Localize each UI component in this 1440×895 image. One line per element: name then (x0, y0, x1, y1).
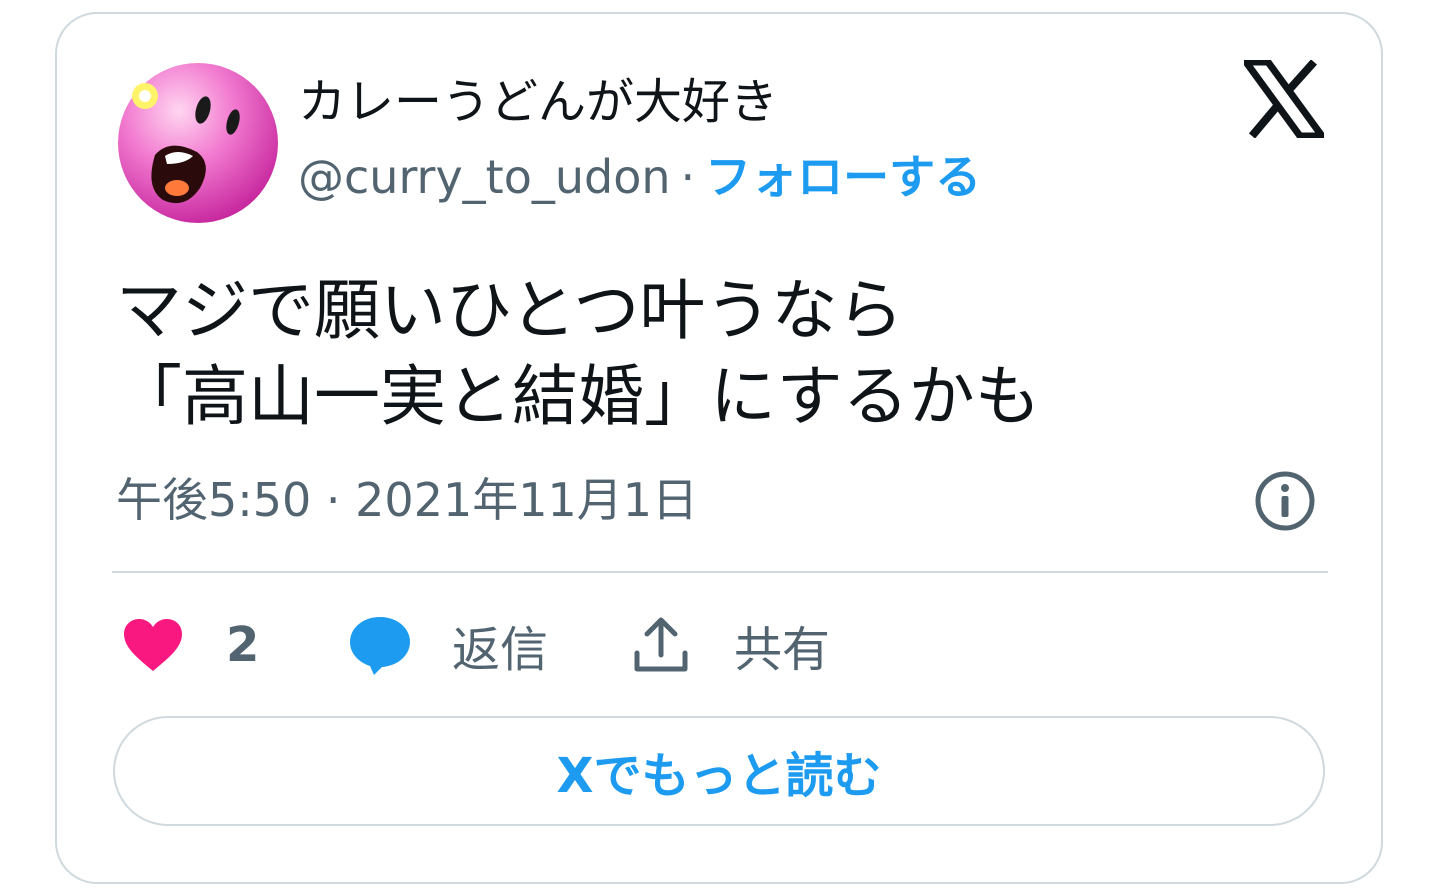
tweet-text: マジで願いひとつ叶うなら 「高山一実と結婚」にするかも (116, 268, 1296, 440)
x-logo-icon[interactable] (1244, 60, 1324, 138)
avatar[interactable] (115, 60, 281, 226)
separator-dot: · (680, 150, 696, 204)
share-label: 共有 (734, 622, 831, 678)
reply-button[interactable]: 返信 (348, 610, 548, 680)
author-handle[interactable]: @curry_to_udon (298, 150, 671, 204)
read-more-button[interactable]: Xでもっと読む (113, 716, 1325, 826)
author-handle-row: @curry_to_udon · フォローする (298, 148, 981, 206)
tweet-timestamp[interactable]: 午後5:50 · 2021年11月1日 (116, 470, 698, 530)
share-upload-icon (634, 617, 688, 672)
tweet-text-line: マジで願いひとつ叶うなら (116, 272, 904, 349)
follow-button[interactable]: フォローする (705, 150, 981, 204)
info-icon[interactable] (1254, 470, 1316, 532)
author-display-name[interactable]: カレーうどんが大好き (298, 74, 778, 130)
share-button[interactable]: 共有 (632, 610, 830, 680)
divider (112, 571, 1328, 573)
speech-bubble-icon (350, 617, 410, 675)
like-count: 2 (226, 617, 260, 673)
like-button[interactable]: 2 (122, 610, 259, 680)
reply-label: 返信 (452, 622, 549, 678)
heart-icon (124, 619, 182, 671)
read-more-label: Xでもっと読む (556, 748, 882, 804)
tweet-text-line: 「高山一実と結婚」にするかも (116, 358, 1041, 435)
